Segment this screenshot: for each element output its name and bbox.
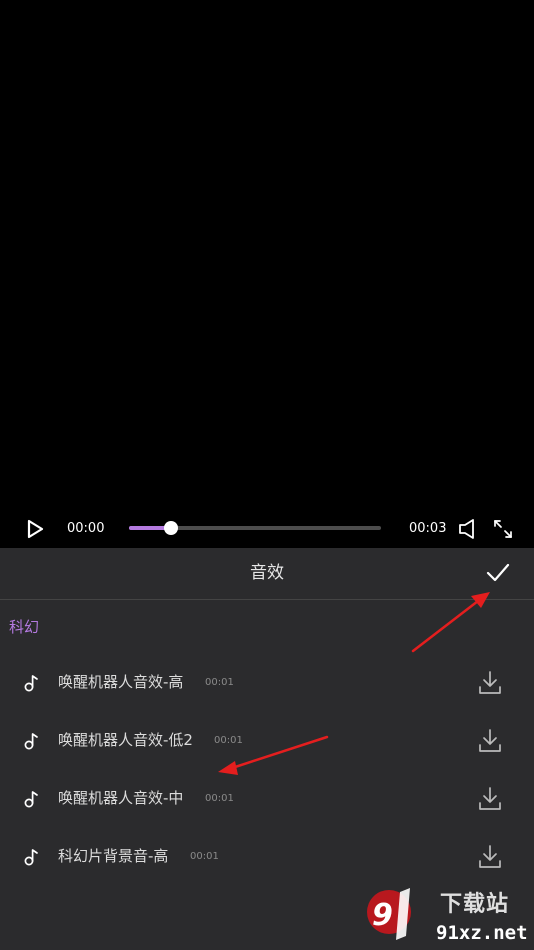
fullscreen-icon[interactable] (492, 518, 514, 540)
video-preview[interactable] (0, 0, 534, 510)
sound-name: 科幻片背景音-高 (58, 847, 169, 865)
download-icon[interactable] (478, 786, 502, 812)
download-icon[interactable] (478, 844, 502, 870)
panel-header: 音效 (0, 548, 534, 600)
download-icon[interactable] (478, 728, 502, 754)
music-note-icon (24, 849, 38, 866)
sound-name: 唤醒机器人音效-中 (58, 789, 184, 807)
watermark-brand-cn: 下载站 (440, 892, 510, 917)
current-time: 00:00 (67, 521, 105, 536)
progress-slider[interactable] (129, 521, 381, 535)
sound-duration: 00:01 (205, 793, 234, 804)
sound-duration: 00:01 (214, 735, 243, 746)
sound-item[interactable]: 唤醒机器人音效-高 00:01 (0, 654, 534, 712)
check-icon[interactable] (484, 560, 512, 586)
sound-effects-panel: 音效 科幻 唤醒机器人音效-高 00:01 唤醒机器人音效-低2 00:01 唤… (0, 548, 534, 950)
download-icon[interactable] (478, 670, 502, 696)
watermark-brand-url: 91xz.net (436, 922, 528, 944)
sound-duration: 00:01 (205, 677, 234, 688)
music-note-icon (24, 675, 38, 692)
sound-item[interactable]: 科幻片背景音-高 00:01 (0, 828, 534, 886)
music-note-icon (24, 791, 38, 808)
total-time: 00:03 (409, 521, 447, 536)
music-note-icon (24, 733, 38, 750)
sound-duration: 00:01 (190, 851, 219, 862)
progress-handle[interactable] (164, 521, 179, 535)
sound-name: 唤醒机器人音效-高 (58, 673, 184, 691)
volume-icon[interactable] (458, 518, 482, 540)
playback-controls: 00:00 00:03 (0, 510, 534, 548)
category-label[interactable]: 科幻 (9, 618, 39, 636)
play-icon[interactable] (25, 519, 45, 539)
panel-title: 音效 (250, 563, 284, 583)
sound-item[interactable]: 唤醒机器人音效-中 00:01 (0, 770, 534, 828)
sound-name: 唤醒机器人音效-低2 (58, 731, 193, 749)
sound-item[interactable]: 唤醒机器人音效-低2 00:01 (0, 712, 534, 770)
